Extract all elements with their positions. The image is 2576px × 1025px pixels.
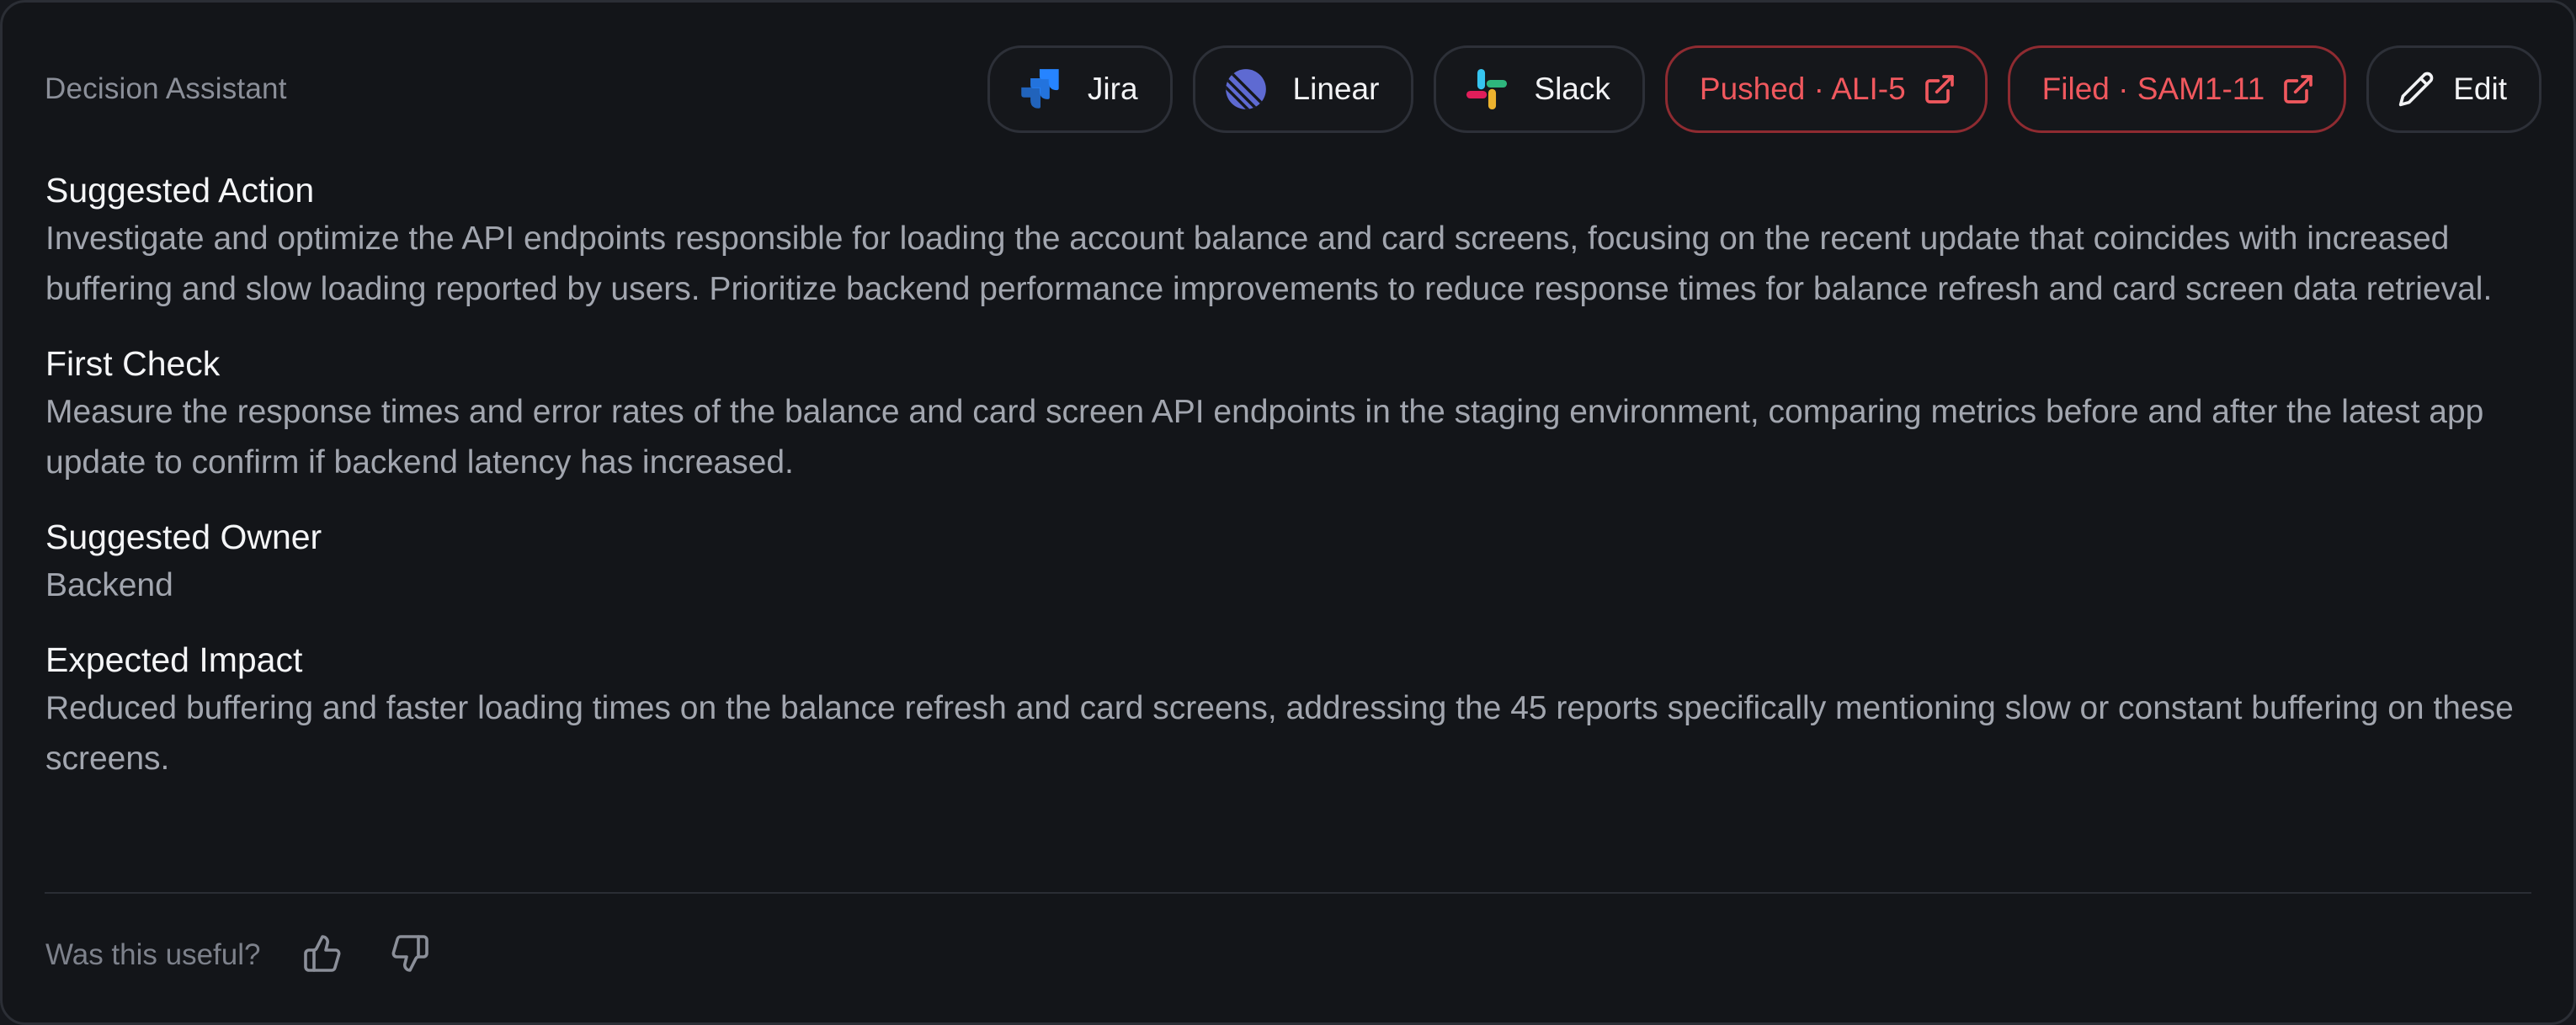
section-title: First Check xyxy=(45,344,221,383)
section-first-check: First Check Measure the response times a… xyxy=(45,340,2531,488)
linear-button[interactable]: Linear xyxy=(1192,45,1414,133)
linear-label: Linear xyxy=(1292,72,1380,106)
section-title: Expected Impact xyxy=(45,640,303,679)
filed-label: Filed · SAM1-11 xyxy=(2041,72,2265,106)
action-bar: Jira Linear Slack Pushed · ALI-5 Filed ·… xyxy=(987,45,2541,133)
feedback-bar: Was this useful? xyxy=(45,924,472,986)
external-link-icon xyxy=(1923,72,1956,106)
section-body: Measure the response times and error rat… xyxy=(45,394,2484,481)
section-suggested-owner: Suggested Owner Backend xyxy=(45,513,2531,611)
app-title: Decision Assistant xyxy=(45,72,287,105)
section-title: Suggested Owner xyxy=(45,518,322,556)
thumbs-up-icon xyxy=(302,933,343,978)
pushed-label: Pushed · ALI-5 xyxy=(1699,72,1906,106)
decision-assistant-card: Decision Assistant Jira Linear Slack Pus… xyxy=(0,0,2576,1025)
edit-button[interactable]: Edit xyxy=(2366,45,2541,133)
external-link-icon xyxy=(2281,72,2315,106)
edit-label: Edit xyxy=(2453,72,2507,106)
slack-icon xyxy=(1465,67,1509,111)
section-title: Suggested Action xyxy=(45,171,315,210)
footer-divider xyxy=(45,892,2531,894)
jira-label: Jira xyxy=(1087,72,1138,106)
filed-issue-link[interactable]: Filed · SAM1-11 xyxy=(2007,45,2347,133)
thumbs-down-icon xyxy=(390,933,430,978)
slack-button[interactable]: Slack xyxy=(1434,45,1645,133)
section-body: Investigate and optimize the API endpoin… xyxy=(45,220,2493,307)
section-expected-impact: Expected Impact Reduced buffering and fa… xyxy=(45,636,2531,784)
thumbs-down-button[interactable] xyxy=(385,930,435,980)
section-suggested-action: Suggested Action Investigate and optimiz… xyxy=(45,167,2531,315)
pencil-icon xyxy=(2398,71,2435,108)
thumbs-up-button[interactable] xyxy=(297,930,348,980)
linear-icon xyxy=(1224,67,1268,111)
feedback-question: Was this useful? xyxy=(45,938,261,971)
jira-icon xyxy=(1019,67,1062,111)
card-header: Decision Assistant Jira Linear Slack Pus… xyxy=(45,43,2541,135)
section-body: Reduced buffering and faster loading tim… xyxy=(45,690,2514,777)
decision-content: Suggested Action Investigate and optimiz… xyxy=(45,167,2531,810)
pushed-issue-link[interactable]: Pushed · ALI-5 xyxy=(1664,45,1988,133)
section-body: Backend xyxy=(45,567,173,603)
jira-button[interactable]: Jira xyxy=(987,45,1173,133)
slack-label: Slack xyxy=(1534,72,1610,106)
